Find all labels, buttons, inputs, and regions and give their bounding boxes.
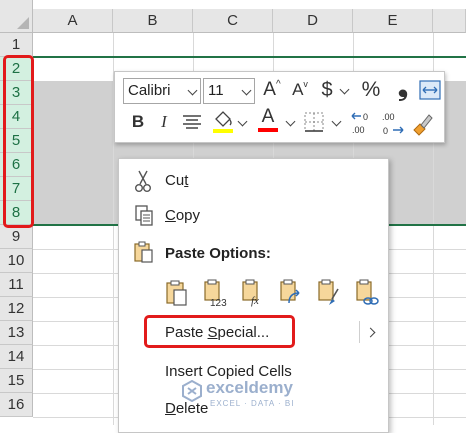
borders-icon [304, 112, 324, 132]
select-all-button[interactable] [0, 0, 33, 33]
paste-button[interactable] [165, 279, 189, 307]
cut-hotkey: t [184, 172, 189, 189]
menu-item-copy[interactable]: Copy [119, 202, 390, 230]
decrease-decimal-icon: .00 0 [382, 112, 404, 136]
selection-border [33, 56, 466, 58]
italic-button[interactable]: I [155, 110, 173, 134]
column-header-e[interactable]: E [353, 9, 433, 33]
paste-transpose-button[interactable] [279, 279, 303, 307]
increase-decimal-button[interactable]: 0 .00 [349, 109, 377, 137]
paste-formatting-button[interactable] [317, 279, 341, 307]
borders-button[interactable] [303, 111, 325, 133]
column-header-d[interactable]: D [273, 9, 353, 33]
chevron-down-icon [241, 85, 252, 96]
currency-button[interactable]: $ [318, 78, 336, 102]
font-color-bar [258, 128, 278, 132]
paste-values-text: 123 [210, 298, 227, 307]
percent-button[interactable]: % [358, 78, 384, 102]
header-strip [33, 0, 466, 9]
chevron-down-icon[interactable] [339, 84, 350, 95]
svg-text:0: 0 [363, 112, 368, 122]
chevron-down-icon[interactable] [285, 116, 296, 127]
copy-label-text: opy [175, 207, 201, 224]
caret-up-icon: ^ [275, 79, 281, 90]
row-header-16[interactable]: 16 [0, 393, 33, 417]
paste-link-icon [356, 279, 379, 305]
align-center-icon [183, 115, 201, 129]
paste-options-label: Paste Options: [165, 245, 271, 262]
chevron-down-icon [187, 85, 198, 96]
column-header-c[interactable]: C [193, 9, 273, 33]
column-width-icon [419, 80, 441, 100]
paste-transpose-icon [280, 279, 300, 304]
row-header-12[interactable]: 12 [0, 297, 33, 321]
row-header-10[interactable]: 10 [0, 249, 33, 273]
paste-options-header: Paste Options: [119, 239, 390, 267]
row-highlight-box [3, 55, 34, 228]
chevron-down-icon[interactable] [237, 116, 248, 127]
submenu-separator [359, 321, 360, 343]
caret-down-icon: v [303, 79, 308, 89]
paste-options-row: 123 fx [165, 279, 385, 309]
row-header-14[interactable]: 14 [0, 345, 33, 369]
watermark-tagline: EXCEL · DATA · BI [210, 399, 295, 408]
cut-label: Cut [165, 172, 188, 189]
decrease-decimal-text: .00 [382, 112, 395, 122]
svg-text:0: 0 [383, 126, 388, 136]
select-all-icon [17, 17, 29, 29]
increase-decimal-icon: 0 .00 [351, 112, 368, 135]
paste-values-button[interactable]: 123 [203, 279, 231, 309]
clipboard-icon [166, 280, 187, 306]
decrease-font-button[interactable]: Av [289, 78, 311, 104]
decrease-decimal-button[interactable]: .00 0 [379, 109, 407, 137]
decrease-font-glyph: A [292, 80, 304, 99]
paste-formatting-icon [318, 279, 339, 305]
wrap-columns-button[interactable] [419, 80, 441, 100]
paste-special-highlight-box [144, 315, 295, 348]
copy-icon [135, 205, 153, 226]
column-header-b[interactable]: B [113, 9, 193, 33]
font-color-glyph: A [261, 106, 275, 127]
font-color-button[interactable]: A [257, 106, 279, 134]
chevron-down-icon[interactable] [331, 116, 342, 127]
bold-button[interactable]: B [129, 110, 147, 134]
clipboard-icon [134, 241, 153, 263]
exceldemy-logo-icon [182, 380, 202, 402]
increase-font-glyph: A [263, 79, 276, 100]
copy-hotkey: C [165, 207, 176, 224]
copy-label: Copy [165, 207, 200, 224]
paste-formulas-icon: fx [242, 279, 259, 307]
paint-bucket-icon [213, 111, 233, 133]
paste-formulas-button[interactable]: fx [241, 279, 267, 307]
menu-item-cut[interactable]: Cut [119, 167, 390, 195]
column-header-a[interactable]: A [33, 9, 113, 33]
font-size-select[interactable]: 11 [203, 78, 255, 104]
fill-color-button[interactable] [211, 108, 235, 134]
row-header-13[interactable]: 13 [0, 321, 33, 345]
row-header-1[interactable]: 1 [0, 33, 33, 57]
exceldemy-watermark: exceldemy EXCEL · DATA · BI [182, 378, 322, 412]
comma-style-button[interactable]: ❟ [393, 73, 413, 99]
mini-toolbar: Calibri 11 A^ Av $ % ❟ B I A 0 .00 .00 0 [114, 71, 445, 143]
column-header-f[interactable] [433, 9, 466, 33]
delete-hotkey: D [165, 400, 176, 417]
scissors-icon [135, 170, 151, 192]
font-name-value: Calibri [128, 82, 171, 99]
row-header-9[interactable]: 9 [0, 225, 33, 249]
chevron-right-icon [365, 327, 376, 338]
center-align-button[interactable] [181, 112, 203, 132]
format-painter-icon [413, 114, 433, 136]
paste-formulas-text: fx [251, 295, 259, 307]
row-header-11[interactable]: 11 [0, 273, 33, 297]
increase-font-button[interactable]: A^ [261, 78, 283, 105]
font-size-value: 11 [208, 82, 224, 99]
paste-values-icon: 123 [204, 279, 227, 309]
paste-link-button[interactable] [355, 279, 379, 307]
row-header-15[interactable]: 15 [0, 369, 33, 393]
font-name-select[interactable]: Calibri [123, 78, 201, 104]
format-painter-button[interactable] [409, 110, 435, 136]
watermark-name: exceldemy [206, 378, 293, 397]
cut-label-text: Cu [165, 172, 185, 189]
increase-decimal-text: .00 [352, 125, 365, 135]
